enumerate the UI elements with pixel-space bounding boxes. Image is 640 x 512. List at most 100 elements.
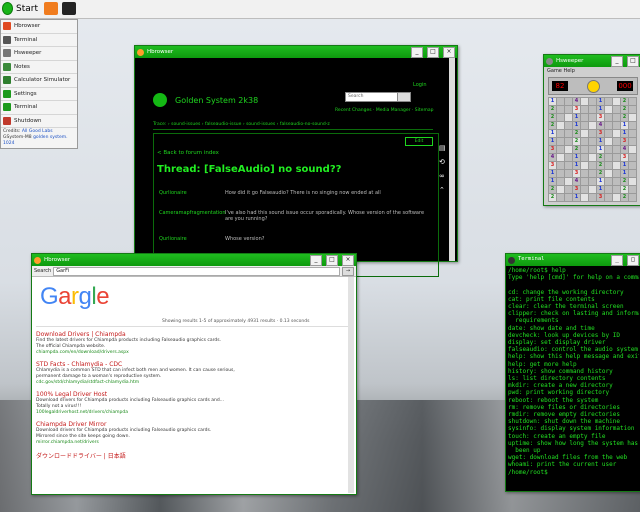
taskbar: Start xyxy=(0,0,640,19)
login-link[interactable]: Login xyxy=(413,82,427,88)
app-icon xyxy=(3,103,11,112)
post-author[interactable]: Qurlionaire xyxy=(159,236,217,242)
result-url[interactable]: mirror.chiampda.net/drivers xyxy=(36,440,336,445)
maximize-button[interactable]: □ xyxy=(427,46,439,58)
terminal-line: devcheck: look up devices by ID xyxy=(508,331,620,339)
start-button[interactable]: Start xyxy=(2,1,38,16)
minimize-button[interactable]: _ xyxy=(611,254,623,266)
back-to-forum-link[interactable]: < Back to forum index xyxy=(157,150,219,156)
start-menu-item-label: Terminal xyxy=(14,36,38,43)
search-result: Download Drivers | Chiampda Find the late… xyxy=(36,331,336,355)
mine-timer: 000 xyxy=(617,81,633,91)
app-icon xyxy=(3,89,11,98)
post-author[interactable]: Cameramapfragmentation xyxy=(159,210,226,222)
forum-titlebar[interactable]: Hbrowser _ □ × xyxy=(135,46,457,58)
start-menu-item-label: Notes xyxy=(14,63,30,70)
result-title[interactable]: STD Facts - Chlamydia - CDC xyxy=(36,361,336,368)
forum-search-input[interactable]: Search xyxy=(345,92,399,102)
taskbar-terminal-icon[interactable] xyxy=(62,2,76,15)
taskbar-browser-icon[interactable] xyxy=(44,2,58,15)
browser-titlebar[interactable]: Hbrowser _ □ × xyxy=(32,254,356,266)
result-url[interactable]: 100legaldriverhost.net/drivers/chiampda xyxy=(36,410,336,415)
maximize-button[interactable]: □ xyxy=(627,254,639,266)
mine-menu[interactable]: Game Help xyxy=(544,67,640,75)
start-menu-item-label: Hsweeper xyxy=(14,50,42,57)
browser-app-icon xyxy=(137,48,144,56)
mine-counter: 82 xyxy=(552,81,568,91)
app-icon xyxy=(3,49,11,58)
forum-scrollbar[interactable] xyxy=(449,58,455,261)
back-to-top-icon[interactable]: ⌃ xyxy=(439,186,449,194)
result-title[interactable]: ダウンロードドライバー | 日本語 xyxy=(36,451,336,460)
terminal-line: cd: change the working directory xyxy=(508,288,624,296)
search-result: Chiampda Driver Mirror Download drivers f… xyxy=(36,421,336,445)
mine-titlebar[interactable]: Hsweeper _ □ xyxy=(544,55,640,67)
footer-credits: Credits: xyxy=(3,129,21,134)
start-menu-item[interactable]: Hbrowser xyxy=(1,20,77,34)
post-author[interactable]: Qurlionaire xyxy=(159,190,217,196)
terminal-window: Terminal _ □ /home/root$ help Type 'help … xyxy=(505,253,640,492)
mine-grid[interactable]: 1412231221322141123112133214412331211321… xyxy=(548,97,637,202)
terminal-line: date: show date and time xyxy=(508,324,595,332)
minimize-button[interactable]: _ xyxy=(611,55,623,67)
close-button[interactable]: × xyxy=(342,254,354,266)
logo-letter: G xyxy=(40,283,59,310)
maximize-button[interactable]: □ xyxy=(627,55,639,67)
result-title[interactable]: Download Drivers | Chiampda xyxy=(36,331,336,338)
result-url[interactable]: chiampda.com/en/download/drivers.aspx xyxy=(36,350,336,355)
forum-post: Cameramapfragmentation I've also had this… xyxy=(159,210,430,222)
go-button[interactable]: → xyxy=(342,266,354,276)
browser-app-icon xyxy=(34,256,41,264)
minimize-button[interactable]: _ xyxy=(411,46,423,58)
start-menu-item[interactable]: Shutdown xyxy=(1,115,77,128)
close-button[interactable]: × xyxy=(443,46,455,58)
start-menu-item[interactable]: Settings xyxy=(1,88,77,101)
start-menu-item[interactable]: Terminal xyxy=(1,101,77,115)
browser-scrollbar[interactable] xyxy=(348,277,354,493)
terminal-output[interactable]: /home/root$ help Type 'help [cmd]' for he… xyxy=(506,266,640,477)
site-name: Golden System 2k38 xyxy=(175,96,259,105)
edit-button[interactable]: Edit xyxy=(405,137,433,146)
terminal-line: mkdir: create a new directory xyxy=(508,382,613,390)
logo-letter: g xyxy=(78,283,92,310)
result-title[interactable]: 100% Legal Driver Host xyxy=(36,391,336,398)
terminal-line: whoami: print the current user xyxy=(508,461,617,469)
minimize-button[interactable]: _ xyxy=(310,254,322,266)
logo-letter: a xyxy=(58,283,72,310)
start-menu-item[interactable]: Hsweeper xyxy=(1,47,77,61)
page-tools: ▤ ⟲ ∞ ⌃ xyxy=(439,144,449,194)
link-icon[interactable]: ∞ xyxy=(439,172,449,180)
result-title[interactable]: Chiampda Driver Mirror xyxy=(36,421,336,428)
terminal-titlebar[interactable]: Terminal _ □ xyxy=(506,254,640,266)
result-url[interactable]: cdc.gov/std/chlamydia/stdfact-chlamydia.… xyxy=(36,380,336,385)
page-icon[interactable]: ▤ xyxy=(439,144,449,152)
logo-letter: r xyxy=(71,283,79,310)
terminal-line: /home/root$ xyxy=(508,468,548,476)
window-title: Hbrowser xyxy=(44,257,71,263)
start-menu-footer: Credits: All Good Labs GSystem-M8 golden… xyxy=(1,128,77,148)
forum-search-button[interactable] xyxy=(397,92,411,102)
terminal-line: rmdir: remove empty directories xyxy=(508,411,620,419)
terminal-app-icon xyxy=(508,256,515,264)
terminal-line: ls: list directory contents xyxy=(508,375,606,383)
history-icon[interactable]: ⟲ xyxy=(439,158,449,166)
maximize-button[interactable]: □ xyxy=(326,254,338,266)
app-icon xyxy=(3,116,11,125)
forum-post: Qurlionaire Whose version? xyxy=(159,236,430,242)
start-menu-item[interactable]: Notes xyxy=(1,61,77,74)
search-browser-window: Hbrowser _ □ × Search GarFi → Gargle Sho… xyxy=(31,253,357,495)
terminal-line: touch: create an empty file xyxy=(508,432,606,440)
mine-cell[interactable] xyxy=(628,193,637,202)
terminal-line: help: get more help xyxy=(508,360,577,368)
forum-nav-links[interactable]: Recent Changes · Media Manager · Sitemap xyxy=(335,108,433,113)
footer-link[interactable]: All Good Labs xyxy=(22,129,53,134)
start-menu-item[interactable]: Calculator Simulator xyxy=(1,74,77,88)
address-input[interactable]: GarFi xyxy=(53,266,340,276)
start-menu-item[interactable]: Terminal xyxy=(1,34,77,47)
terminal-line: uptime: show how long the system has xyxy=(508,439,639,447)
terminal-line: sysinfo: display system information xyxy=(508,425,635,433)
search-result: ダウンロードドライバー | 日本語 xyxy=(36,451,336,460)
smiley-face-icon[interactable] xyxy=(587,80,600,93)
terminal-line: Type 'help [cmd]' for help on a command … xyxy=(508,274,639,282)
